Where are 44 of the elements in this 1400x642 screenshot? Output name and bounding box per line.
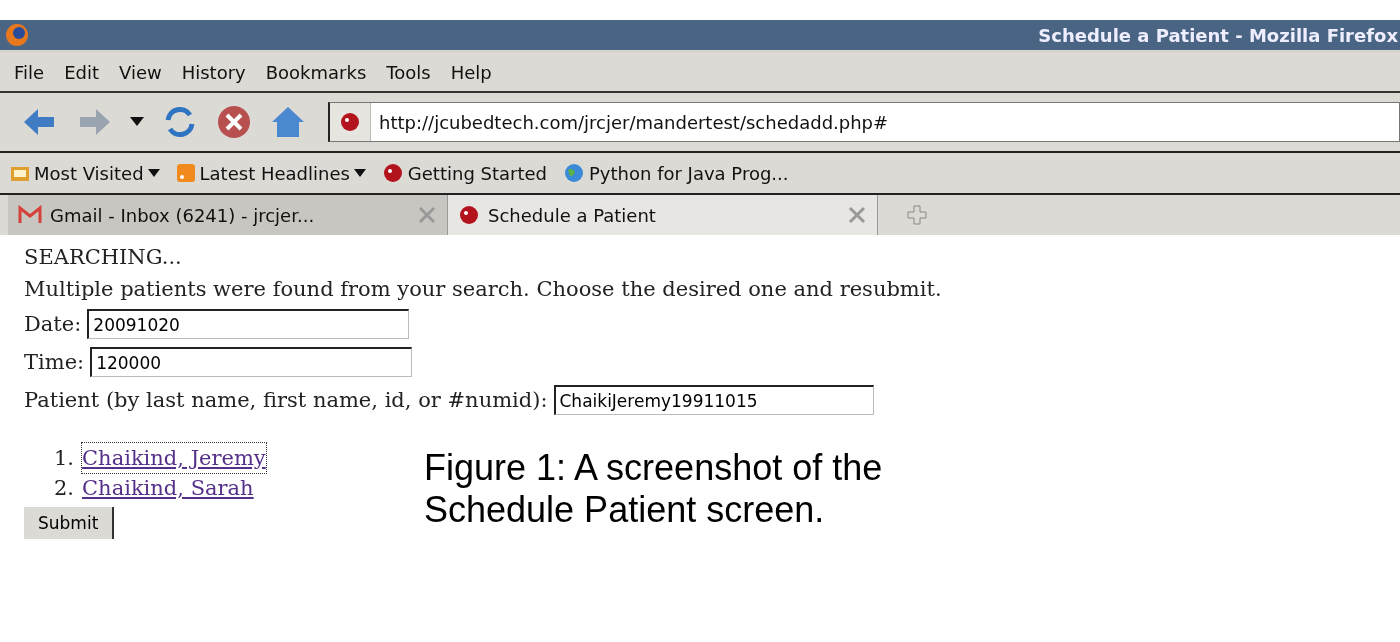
input-field[interactable]: 20091020 <box>87 309 410 339</box>
menu-item[interactable]: Bookmarks <box>257 57 375 87</box>
field-label: Patient (by last name, first name, id, or #numid): <box>24 388 548 412</box>
bookmark-item[interactable]: Latest Headlines <box>175 162 366 184</box>
menu-item[interactable]: Edit <box>56 57 107 87</box>
window-title: Schedule a Patient - Mozilla Firefox <box>1037 24 1399 46</box>
list-number: 1. <box>54 445 75 472</box>
close-icon[interactable] <box>417 205 437 225</box>
input-field[interactable]: 120000 <box>90 347 413 377</box>
site-icon <box>381 162 404 184</box>
bookmark-item[interactable]: Python for Java Prog... <box>563 162 789 184</box>
status-text: SEARCHING... <box>24 244 183 271</box>
bookmark-item[interactable]: Most Visited <box>10 162 160 184</box>
input-field[interactable]: ChaikiJeremy19911015 <box>553 385 874 415</box>
dropdown-icon <box>147 169 160 177</box>
patient-link[interactable]: Chaikind, Sarah <box>82 473 254 503</box>
figure-caption: Figure 1: A screenshot of the Schedule Patient screen. <box>424 447 884 531</box>
mail-icon <box>18 205 42 225</box>
list-number: 2. <box>54 475 75 502</box>
message-text: Multiple patients were found from your search. Choose the desired one and resubmit. <box>24 276 943 303</box>
field-label: Time: <box>24 350 85 374</box>
menu-item[interactable]: View <box>111 57 170 87</box>
new-tab-icon[interactable] <box>906 204 928 226</box>
dropdown-icon[interactable] <box>130 117 144 127</box>
browser-tab[interactable]: Gmail - Inbox (6241) - jrcjer... <box>8 195 448 235</box>
globe-icon <box>563 162 585 184</box>
stop-icon[interactable] <box>216 104 252 140</box>
address-field[interactable]: http://jcubedtech.com/jrcjer/mandertest/schedadd.php# <box>328 102 1400 142</box>
dropdown-icon <box>353 169 366 177</box>
firefox-icon <box>4 22 30 48</box>
submit-button[interactable]: Submit <box>24 507 115 539</box>
menu-item[interactable]: Help <box>442 57 500 87</box>
feed-icon <box>175 163 196 183</box>
menu-item[interactable]: File <box>6 57 53 87</box>
close-icon[interactable] <box>847 205 867 225</box>
home-icon[interactable] <box>270 104 306 140</box>
browser-tab[interactable]: Schedule a Patient <box>448 195 878 235</box>
site-icon <box>458 204 480 226</box>
patient-link[interactable]: Chaikind, Jeremy <box>82 443 266 473</box>
menu-item[interactable]: History <box>173 57 254 87</box>
field-label: Date: <box>24 312 82 336</box>
menu-item[interactable]: Tools <box>378 57 439 87</box>
site-icon <box>339 111 361 133</box>
bookmark-item[interactable]: Getting Started <box>381 162 547 184</box>
